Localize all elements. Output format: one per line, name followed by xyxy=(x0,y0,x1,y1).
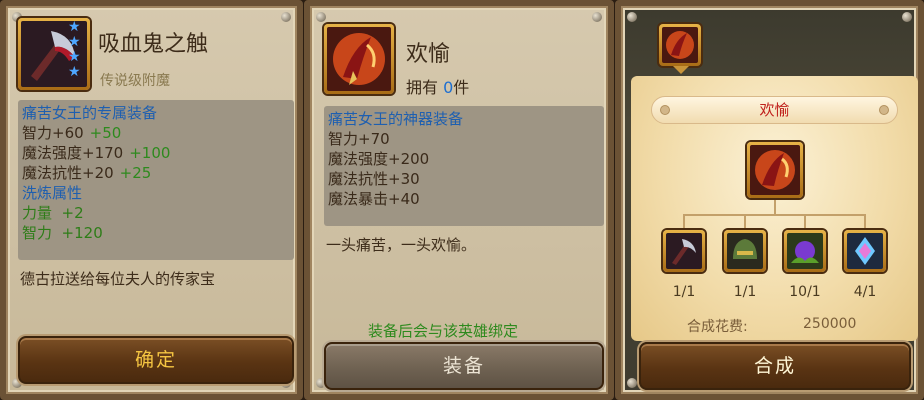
bind-note: 装备后会与该英雄绑定 xyxy=(368,322,519,340)
ornament xyxy=(660,105,670,115)
item-rarity: 传说级附魔 xyxy=(100,73,170,89)
recipe-tab-flaming-blade-icon[interactable] xyxy=(659,24,701,66)
crystal-shell-icon[interactable] xyxy=(844,230,886,272)
stat-line: 魔法抗性+20 +25 xyxy=(22,164,152,182)
tree-connector xyxy=(744,214,746,228)
tree-connector xyxy=(774,200,776,214)
component-count: 1/1 xyxy=(733,284,757,300)
equip-button[interactable]: 装备 xyxy=(324,342,604,390)
refine-header: 洗炼属性 xyxy=(22,184,83,202)
star-rating: ★ ★ ★ ★ xyxy=(68,19,81,80)
stats-header: 痛苦女王的神器装备 xyxy=(328,110,464,128)
refine-line: 力量 +2 xyxy=(22,204,84,222)
rivet xyxy=(627,12,637,22)
confirm-button[interactable]: 确定 xyxy=(18,336,294,384)
flaming-blade-icon xyxy=(324,24,394,94)
tree-connector xyxy=(683,214,685,228)
nature-orb-icon[interactable] xyxy=(784,230,826,272)
item-name: 欢愉 xyxy=(406,42,451,67)
component-count: 1/1 xyxy=(672,284,696,300)
stat-line: 智力+70 xyxy=(328,130,390,148)
cost-label: 合成花费: xyxy=(687,319,748,335)
stat-line: 魔法强度+200 xyxy=(328,150,430,168)
recipe-name: 欢愉 xyxy=(759,101,790,119)
item-detail-panel: 欢愉 拥有 0件 痛苦女王的神器装备 智力+70 魔法强度+200 魔法抗性+3… xyxy=(304,0,614,400)
crafting-panel: 欢愉 1/1 1/1 10/1 4/1 合成花费: 250000 合成 xyxy=(615,0,924,400)
tree-connector xyxy=(864,214,866,228)
component-count: 4/1 xyxy=(853,284,877,300)
item-description: 德古拉送给每位夫人的传家宝 xyxy=(20,270,216,288)
stat-line: 智力+60 +50 xyxy=(22,124,122,142)
rivet xyxy=(592,12,602,22)
item-description: 一头痛苦，一头欢愉。 xyxy=(326,236,477,254)
rivet xyxy=(281,12,291,22)
cost-value: 250000 xyxy=(803,316,857,332)
refine-line: 智力 +120 xyxy=(22,224,103,242)
recipe-name-bar: 欢愉 xyxy=(651,96,898,124)
stats-box: 痛苦女王的神器装备 智力+70 魔法强度+200 魔法抗性+30 魔法暴击+40 xyxy=(324,106,604,226)
stats-header: 痛苦女王的专属装备 xyxy=(22,104,158,122)
stat-line: 魔法强度+170 +100 xyxy=(22,144,171,162)
rivet xyxy=(902,12,912,22)
stat-line: 魔法暴击+40 xyxy=(328,190,420,208)
rivet xyxy=(316,12,326,22)
result-flaming-blade-icon[interactable] xyxy=(747,142,803,198)
stat-line: 魔法抗性+30 xyxy=(328,170,420,188)
stats-box: 痛苦女王的专属装备 智力+60 +50 魔法强度+170 +100 魔法抗性+20 +… xyxy=(18,100,294,260)
tab-pointer xyxy=(673,66,689,74)
green-helmet-icon[interactable] xyxy=(724,230,766,272)
ornament xyxy=(879,105,889,115)
combine-button[interactable]: 合成 xyxy=(639,342,911,390)
item-detail-panel: ★ ★ ★ ★ 吸血鬼之触 传说级附魔 痛苦女王的专属装备 智力+60 +50 魔法强度… xyxy=(0,0,303,400)
owned-count: 拥有 0件 xyxy=(406,78,470,97)
item-name: 吸血鬼之触 xyxy=(98,32,209,57)
vampire-scythe-icon[interactable] xyxy=(663,230,705,272)
rivet xyxy=(627,378,637,388)
tree-connector xyxy=(683,214,865,216)
recipe-scroll: 欢愉 1/1 1/1 10/1 4/1 合成花费: 250000 xyxy=(631,76,918,341)
component-count: 10/1 xyxy=(789,284,821,300)
tree-connector xyxy=(804,214,806,228)
